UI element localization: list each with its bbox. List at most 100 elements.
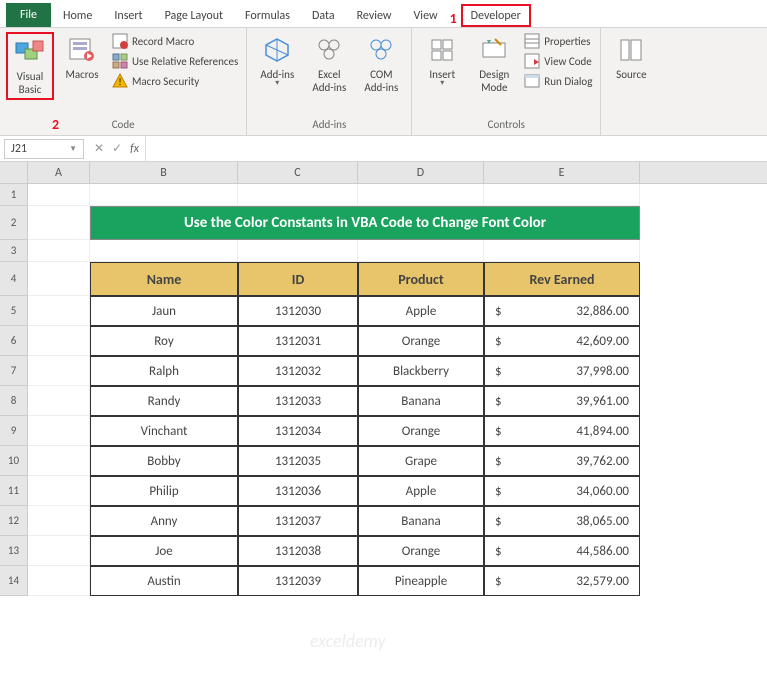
row-header[interactable]: 5 <box>0 296 28 326</box>
td-product[interactable]: Blackberry <box>358 356 484 386</box>
td-product[interactable]: Orange <box>358 536 484 566</box>
col-header-c[interactable]: C <box>238 162 358 183</box>
cell[interactable] <box>358 184 484 206</box>
td-name[interactable]: Vinchant <box>90 416 238 446</box>
td-rev[interactable]: $37,998.00 <box>484 356 640 386</box>
td-id[interactable]: 1312031 <box>238 326 358 356</box>
td-product[interactable]: Banana <box>358 506 484 536</box>
run-dialog-button[interactable]: Run Dialog <box>522 72 594 90</box>
td-id[interactable]: 1312037 <box>238 506 358 536</box>
cell[interactable] <box>358 240 484 262</box>
cell[interactable] <box>28 184 90 206</box>
cell[interactable] <box>28 536 90 566</box>
cell[interactable] <box>28 566 90 596</box>
tab-file[interactable]: File <box>6 3 51 27</box>
tab-developer[interactable]: Developer <box>461 4 531 27</box>
cell[interactable] <box>28 416 90 446</box>
row-header[interactable]: 13 <box>0 536 28 566</box>
view-code-button[interactable]: View Code <box>522 52 594 70</box>
td-id[interactable]: 1312035 <box>238 446 358 476</box>
design-mode-button[interactable]: Design Mode <box>470 32 518 96</box>
td-id[interactable]: 1312033 <box>238 386 358 416</box>
cell[interactable] <box>238 184 358 206</box>
td-rev[interactable]: $44,586.00 <box>484 536 640 566</box>
td-name[interactable]: Bobby <box>90 446 238 476</box>
macro-security-button[interactable]: ! Macro Security <box>110 72 240 90</box>
th-id[interactable]: ID <box>238 262 358 296</box>
td-id[interactable]: 1312036 <box>238 476 358 506</box>
th-product[interactable]: Product <box>358 262 484 296</box>
name-box[interactable]: J21 ▼ <box>4 139 84 159</box>
properties-button[interactable]: Properties <box>522 32 594 50</box>
col-header-b[interactable]: B <box>90 162 238 183</box>
source-button[interactable]: Source <box>607 32 655 83</box>
cell[interactable] <box>28 206 90 240</box>
cell[interactable] <box>484 184 640 206</box>
td-id[interactable]: 1312034 <box>238 416 358 446</box>
cell[interactable] <box>28 296 90 326</box>
row-header[interactable]: 9 <box>0 416 28 446</box>
tab-page-layout[interactable]: Page Layout <box>155 4 233 27</box>
tab-data[interactable]: Data <box>302 4 345 27</box>
td-name[interactable]: Ralph <box>90 356 238 386</box>
row-header[interactable]: 6 <box>0 326 28 356</box>
td-product[interactable]: Grape <box>358 446 484 476</box>
cell[interactable] <box>28 262 90 296</box>
td-rev[interactable]: $38,065.00 <box>484 506 640 536</box>
tab-review[interactable]: Review <box>347 4 402 27</box>
th-name[interactable]: Name <box>90 262 238 296</box>
fx-icon[interactable]: fx <box>130 142 139 156</box>
cell[interactable] <box>238 240 358 262</box>
cell[interactable] <box>90 240 238 262</box>
row-header[interactable]: 2 <box>0 206 28 240</box>
td-name[interactable]: Philip <box>90 476 238 506</box>
col-header-a[interactable]: A <box>28 162 90 183</box>
td-rev[interactable]: $32,579.00 <box>484 566 640 596</box>
td-product[interactable]: Orange <box>358 326 484 356</box>
row-header[interactable]: 8 <box>0 386 28 416</box>
row-header[interactable]: 14 <box>0 566 28 596</box>
tab-formulas[interactable]: Formulas <box>235 4 300 27</box>
select-all-corner[interactable] <box>0 162 28 183</box>
cancel-icon[interactable]: ✕ <box>94 141 104 156</box>
td-name[interactable]: Austin <box>90 566 238 596</box>
tab-insert[interactable]: Insert <box>104 4 152 27</box>
cell[interactable] <box>28 386 90 416</box>
row-header[interactable]: 3 <box>0 240 28 262</box>
tab-view[interactable]: View <box>404 4 448 27</box>
visual-basic-button[interactable]: Visual Basic <box>6 32 54 100</box>
title-banner[interactable]: Use the Color Constants in VBA Code to C… <box>90 206 640 240</box>
td-id[interactable]: 1312032 <box>238 356 358 386</box>
row-header[interactable]: 1 <box>0 184 28 206</box>
enter-icon[interactable]: ✓ <box>112 141 122 156</box>
td-product[interactable]: Apple <box>358 476 484 506</box>
cell[interactable] <box>28 326 90 356</box>
record-macro-button[interactable]: Record Macro <box>110 32 240 50</box>
td-name[interactable]: Anny <box>90 506 238 536</box>
td-rev[interactable]: $32,886.00 <box>484 296 640 326</box>
macros-button[interactable]: Macros <box>58 32 106 83</box>
td-id[interactable]: 1312030 <box>238 296 358 326</box>
col-header-e[interactable]: E <box>484 162 640 183</box>
row-header[interactable]: 7 <box>0 356 28 386</box>
cell[interactable] <box>28 476 90 506</box>
cell[interactable] <box>90 184 238 206</box>
td-id[interactable]: 1312038 <box>238 536 358 566</box>
row-header[interactable]: 12 <box>0 506 28 536</box>
td-name[interactable]: Roy <box>90 326 238 356</box>
td-rev[interactable]: $34,060.00 <box>484 476 640 506</box>
addins-button[interactable]: Add-ins ▾ <box>253 32 301 91</box>
td-product[interactable]: Apple <box>358 296 484 326</box>
th-rev[interactable]: Rev Earned <box>484 262 640 296</box>
use-relative-button[interactable]: Use Relative References <box>110 52 240 70</box>
excel-addins-button[interactable]: Excel Add-ins <box>305 32 353 96</box>
row-header[interactable]: 4 <box>0 262 28 296</box>
td-id[interactable]: 1312039 <box>238 566 358 596</box>
row-header[interactable]: 11 <box>0 476 28 506</box>
row-header[interactable]: 10 <box>0 446 28 476</box>
td-product[interactable]: Banana <box>358 386 484 416</box>
td-product[interactable]: Orange <box>358 416 484 446</box>
td-product[interactable]: Pineapple <box>358 566 484 596</box>
cell[interactable] <box>28 446 90 476</box>
tab-home[interactable]: Home <box>53 4 102 27</box>
